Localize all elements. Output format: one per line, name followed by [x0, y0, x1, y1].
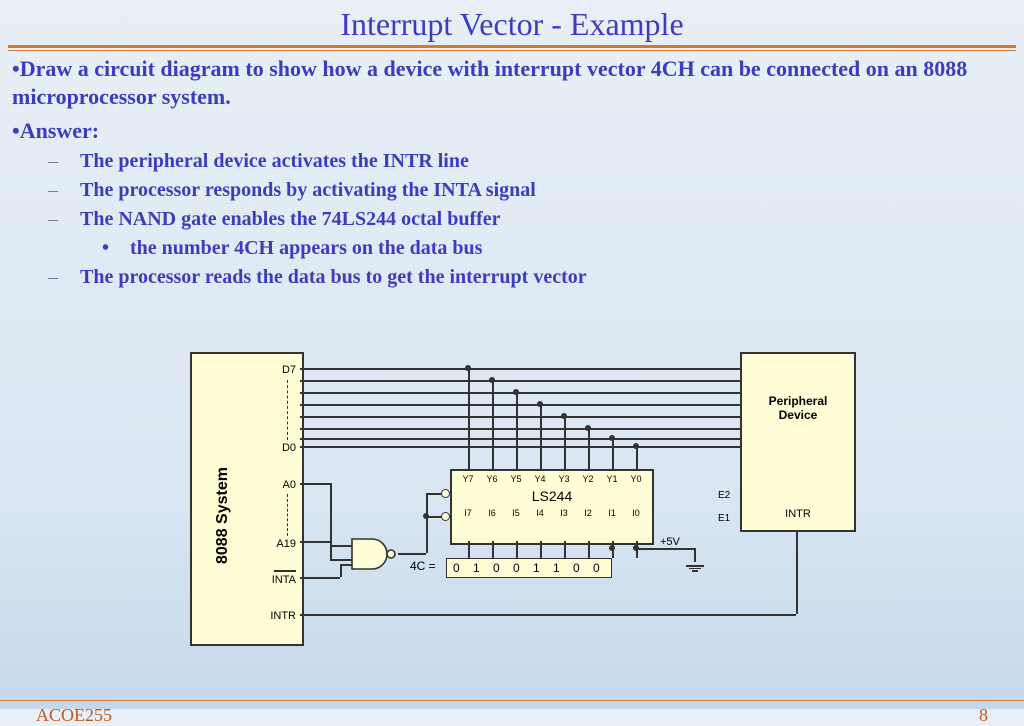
circuit-diagram: 8088 System D7 D0 A0 A19 INTA INTR Perip… — [190, 352, 870, 652]
pin-a0: A0 — [283, 479, 296, 491]
nand-gate — [350, 537, 400, 571]
answer-point: The peripheral device activates the INTR… — [80, 150, 1012, 173]
answer-point: The NAND gate enables the 74LS244 octal … — [80, 208, 1012, 231]
page-title: Interrupt Vector - Example — [0, 0, 1024, 43]
peripheral-label: Device — [742, 408, 854, 422]
question-text: •Draw a circuit diagram to show how a de… — [12, 55, 1012, 110]
pin-d7: D7 — [282, 364, 296, 376]
enable-e2: E2 — [718, 490, 730, 501]
wire — [300, 404, 740, 406]
course-code: ACOE255 — [36, 705, 112, 726]
answer-point: The processor responds by activating the… — [80, 179, 1012, 202]
enable-e1: E1 — [718, 513, 730, 524]
i-pins-row: I7I6 I5I4 I3I2 I1I0 — [452, 508, 652, 518]
wire — [588, 428, 590, 469]
system-box: 8088 System D7 D0 A0 A19 INTA INTR — [190, 352, 304, 646]
answer-label: •Answer: — [12, 118, 1012, 144]
pin-a19: A19 — [276, 538, 296, 550]
v5-label: +5V — [660, 536, 680, 548]
wire — [300, 416, 740, 418]
system-label: 8088 System — [214, 467, 232, 564]
footer: ACOE255 8 — [0, 700, 1024, 701]
binary-label: 4C = — [410, 559, 436, 573]
inverter-bubble — [441, 489, 450, 498]
page-number: 8 — [979, 705, 988, 726]
content-area: •Draw a circuit diagram to show how a de… — [0, 51, 1024, 289]
wire — [300, 392, 740, 394]
wire — [300, 380, 740, 382]
wire — [636, 446, 638, 469]
wire — [300, 428, 740, 430]
inverter-bubble — [441, 512, 450, 521]
peripheral-intr-pin: INTR — [742, 508, 854, 520]
wire — [564, 416, 566, 469]
wire-intr — [796, 532, 798, 614]
binary-value: 0 1 0 0 1 1 0 0 — [446, 558, 612, 578]
wire-d0 — [300, 446, 740, 448]
wire — [612, 438, 614, 469]
buffer-chip: Y7Y6 Y5Y4 Y3Y2 Y1Y0 E2 LS244 E1 I7I6 I5I… — [450, 469, 654, 545]
wire-d7 — [300, 368, 740, 370]
pin-inta: INTA — [272, 574, 296, 586]
wire — [540, 404, 542, 469]
wire-intr — [300, 614, 796, 616]
pin-range-dash — [287, 494, 288, 536]
peripheral-label: Peripheral — [742, 394, 854, 408]
wire — [300, 438, 740, 440]
answer-point: The processor reads the data bus to get … — [80, 266, 1012, 289]
wire — [516, 392, 518, 469]
wire — [468, 368, 470, 469]
wire — [492, 380, 494, 469]
buffer-name: LS244 — [452, 488, 652, 504]
y-pins-row: Y7Y6 Y5Y4 Y3Y2 Y1Y0 — [452, 474, 652, 484]
pin-d0: D0 — [282, 442, 296, 454]
pin-intr: INTR — [270, 610, 296, 622]
pin-range-dash — [287, 380, 288, 440]
answer-subpoint: the number 4CH appears on the data bus — [130, 237, 1012, 260]
peripheral-box: Peripheral Device INTR — [740, 352, 856, 532]
